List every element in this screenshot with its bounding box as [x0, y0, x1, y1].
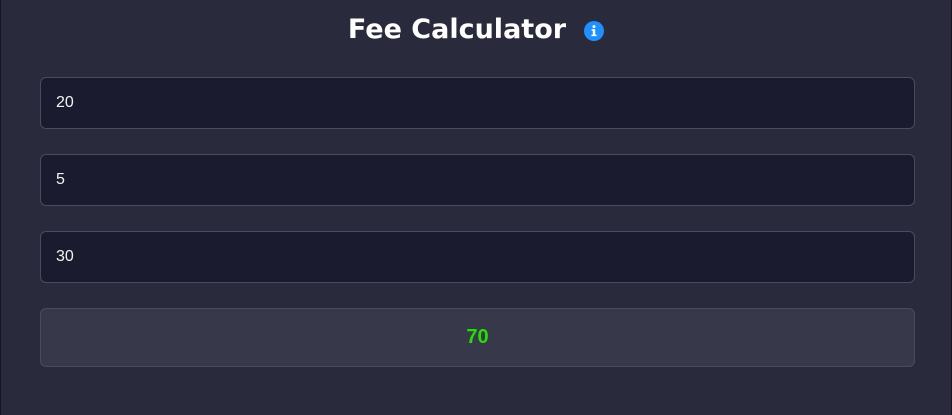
header: Fee Calculator	[1, 8, 951, 50]
fee-input-1[interactable]	[40, 77, 915, 129]
fee-input-3[interactable]	[40, 231, 915, 283]
fee-input-2[interactable]	[40, 154, 915, 206]
result-value: 70	[466, 326, 489, 348]
result-box: 70	[40, 308, 915, 367]
calculator-panel: Fee Calculator 70	[0, 0, 952, 415]
info-icon-graphic	[584, 21, 605, 41]
info-icon[interactable]	[584, 21, 605, 41]
page-title: Fee Calculator	[347, 13, 567, 45]
